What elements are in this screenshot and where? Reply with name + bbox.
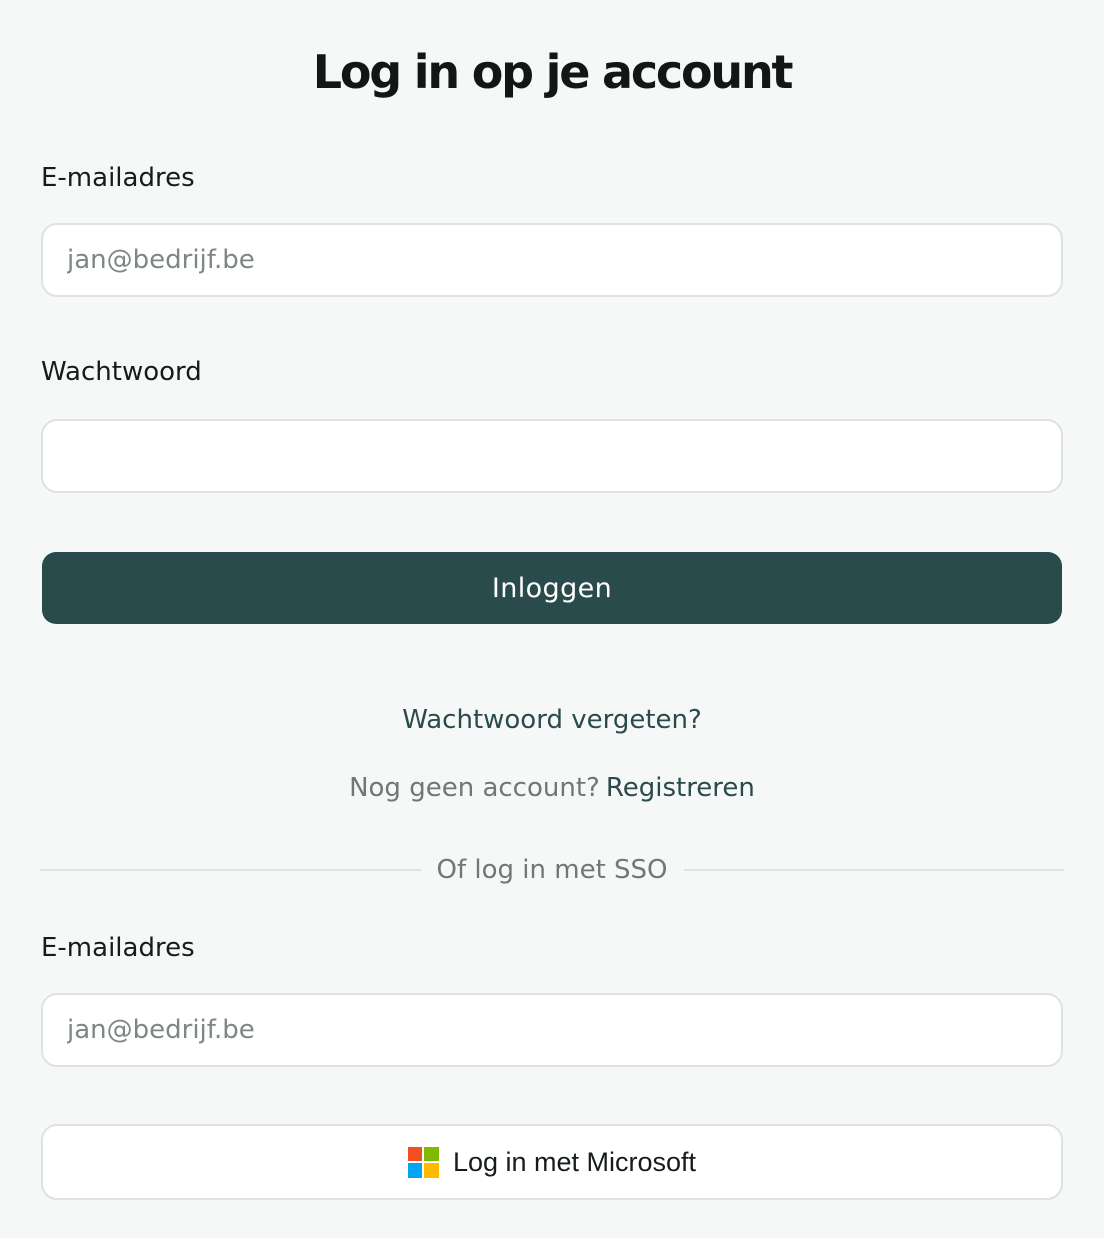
sso-divider-text: Of log in met SSO xyxy=(436,855,668,885)
login-page: Log in op je account E-mailadres Wachtwo… xyxy=(0,0,1104,1238)
register-row: Nog geen account? Registreren xyxy=(0,770,1104,806)
divider-line-right xyxy=(683,869,1065,871)
divider-line-left xyxy=(40,869,421,871)
email-label: E-mailadres xyxy=(41,163,195,193)
page-title: Log in op je account xyxy=(312,45,794,99)
password-field[interactable] xyxy=(41,419,1063,493)
sso-email-field[interactable] xyxy=(41,993,1063,1067)
microsoft-logo-red xyxy=(407,1146,423,1161)
sso-email-label: E-mailadres xyxy=(41,933,195,963)
microsoft-logo-icon xyxy=(407,1146,439,1178)
microsoft-logo-yellow xyxy=(424,1163,439,1178)
forgot-password-row: Wachtwoord vergeten? xyxy=(0,702,1104,738)
no-account-text: Nog geen account? xyxy=(349,773,600,803)
register-link[interactable]: Registreren xyxy=(606,773,755,803)
microsoft-logo-green xyxy=(424,1146,439,1161)
forgot-password-link[interactable]: Wachtwoord vergeten? xyxy=(402,705,702,735)
microsoft-login-button[interactable]: Log in met Microsoft xyxy=(41,1124,1063,1200)
email-field[interactable] xyxy=(41,223,1063,297)
microsoft-button-label: Log in met Microsoft xyxy=(452,1146,697,1177)
login-button[interactable]: Inloggen xyxy=(42,552,1062,624)
password-label: Wachtwoord xyxy=(41,357,202,387)
microsoft-logo-blue xyxy=(407,1163,423,1178)
sso-divider: Of log in met SSO xyxy=(40,852,1065,888)
